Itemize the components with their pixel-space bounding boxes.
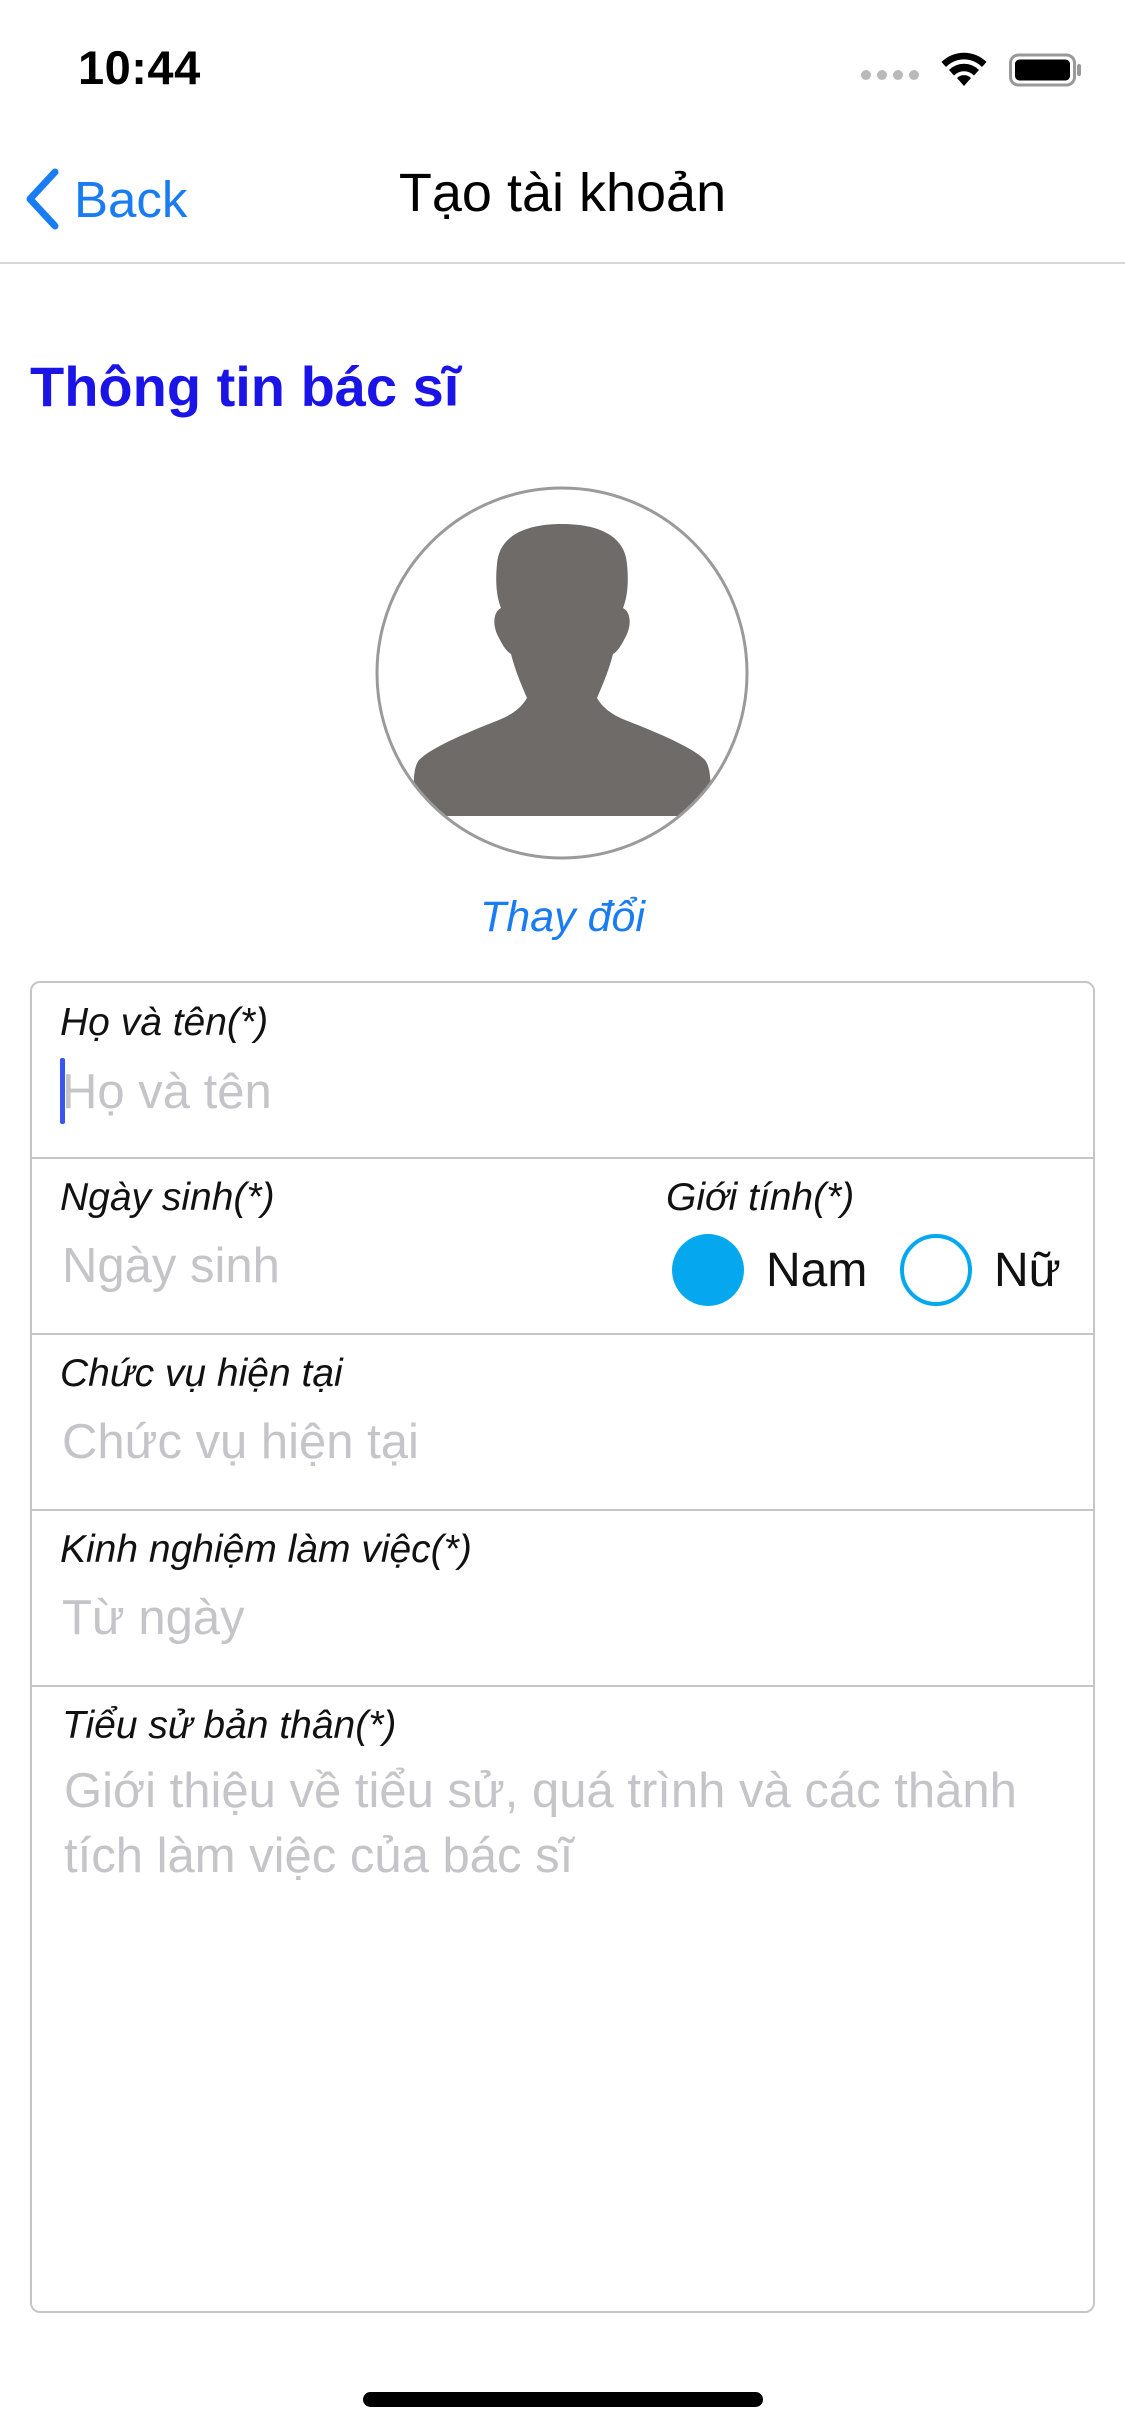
wifi-icon bbox=[941, 52, 987, 86]
birth-date-label: Ngày sinh(*) bbox=[60, 1176, 275, 1219]
navigation-bar: Back Tạo tài khoản bbox=[0, 132, 1125, 264]
gender-male-label: Nam bbox=[766, 1243, 868, 1297]
experience-label: Kinh nghiệm làm việc(*) bbox=[60, 1528, 472, 1571]
person-silhouette-icon bbox=[375, 486, 749, 860]
full-name-input[interactable] bbox=[62, 1061, 1062, 1123]
biography-row: Tiểu sử bản thân(*) bbox=[32, 1687, 1093, 2311]
gender-female-label: Nữ bbox=[994, 1243, 1061, 1297]
birth-gender-row: Ngày sinh(*) Giới tính(*) Nam Nữ bbox=[32, 1159, 1093, 1335]
avatar[interactable] bbox=[375, 486, 749, 860]
radio-unselected-icon bbox=[900, 1234, 972, 1306]
radio-selected-icon bbox=[672, 1234, 744, 1306]
gender-male-radio[interactable]: Nam bbox=[672, 1234, 867, 1306]
status-icons bbox=[861, 50, 1083, 90]
status-time: 10:44 bbox=[78, 41, 201, 94]
nav-title: Tạo tài khoản bbox=[398, 163, 727, 223]
battery-icon bbox=[1009, 53, 1081, 87]
experience-from-date-input[interactable] bbox=[62, 1587, 1062, 1649]
position-label: Chức vụ hiện tại bbox=[60, 1352, 343, 1395]
cellular-signal-icon bbox=[861, 70, 919, 80]
biography-label: Tiểu sử bản thân(*) bbox=[62, 1704, 397, 1747]
gender-label: Giới tính(*) bbox=[666, 1176, 855, 1219]
change-avatar-link[interactable]: Thay đổi bbox=[0, 893, 1125, 942]
full-name-label: Họ và tên(*) bbox=[60, 1001, 269, 1044]
full-name-row: Họ và tên(*) bbox=[32, 983, 1093, 1159]
gender-female-radio[interactable]: Nữ bbox=[900, 1234, 1061, 1306]
position-input[interactable] bbox=[62, 1411, 1062, 1473]
home-indicator[interactable] bbox=[363, 2392, 763, 2407]
status-bar: 10:44 bbox=[0, 0, 1125, 132]
section-title: Thông tin bác sĩ bbox=[30, 355, 460, 418]
position-row: Chức vụ hiện tại bbox=[32, 1335, 1093, 1511]
birth-date-input[interactable] bbox=[62, 1235, 622, 1297]
biography-textarea[interactable] bbox=[64, 1759, 1044, 2279]
doctor-info-form: Họ và tên(*) Ngày sinh(*) Giới tính(*) N… bbox=[30, 981, 1095, 2313]
experience-row: Kinh nghiệm làm việc(*) bbox=[32, 1511, 1093, 1687]
